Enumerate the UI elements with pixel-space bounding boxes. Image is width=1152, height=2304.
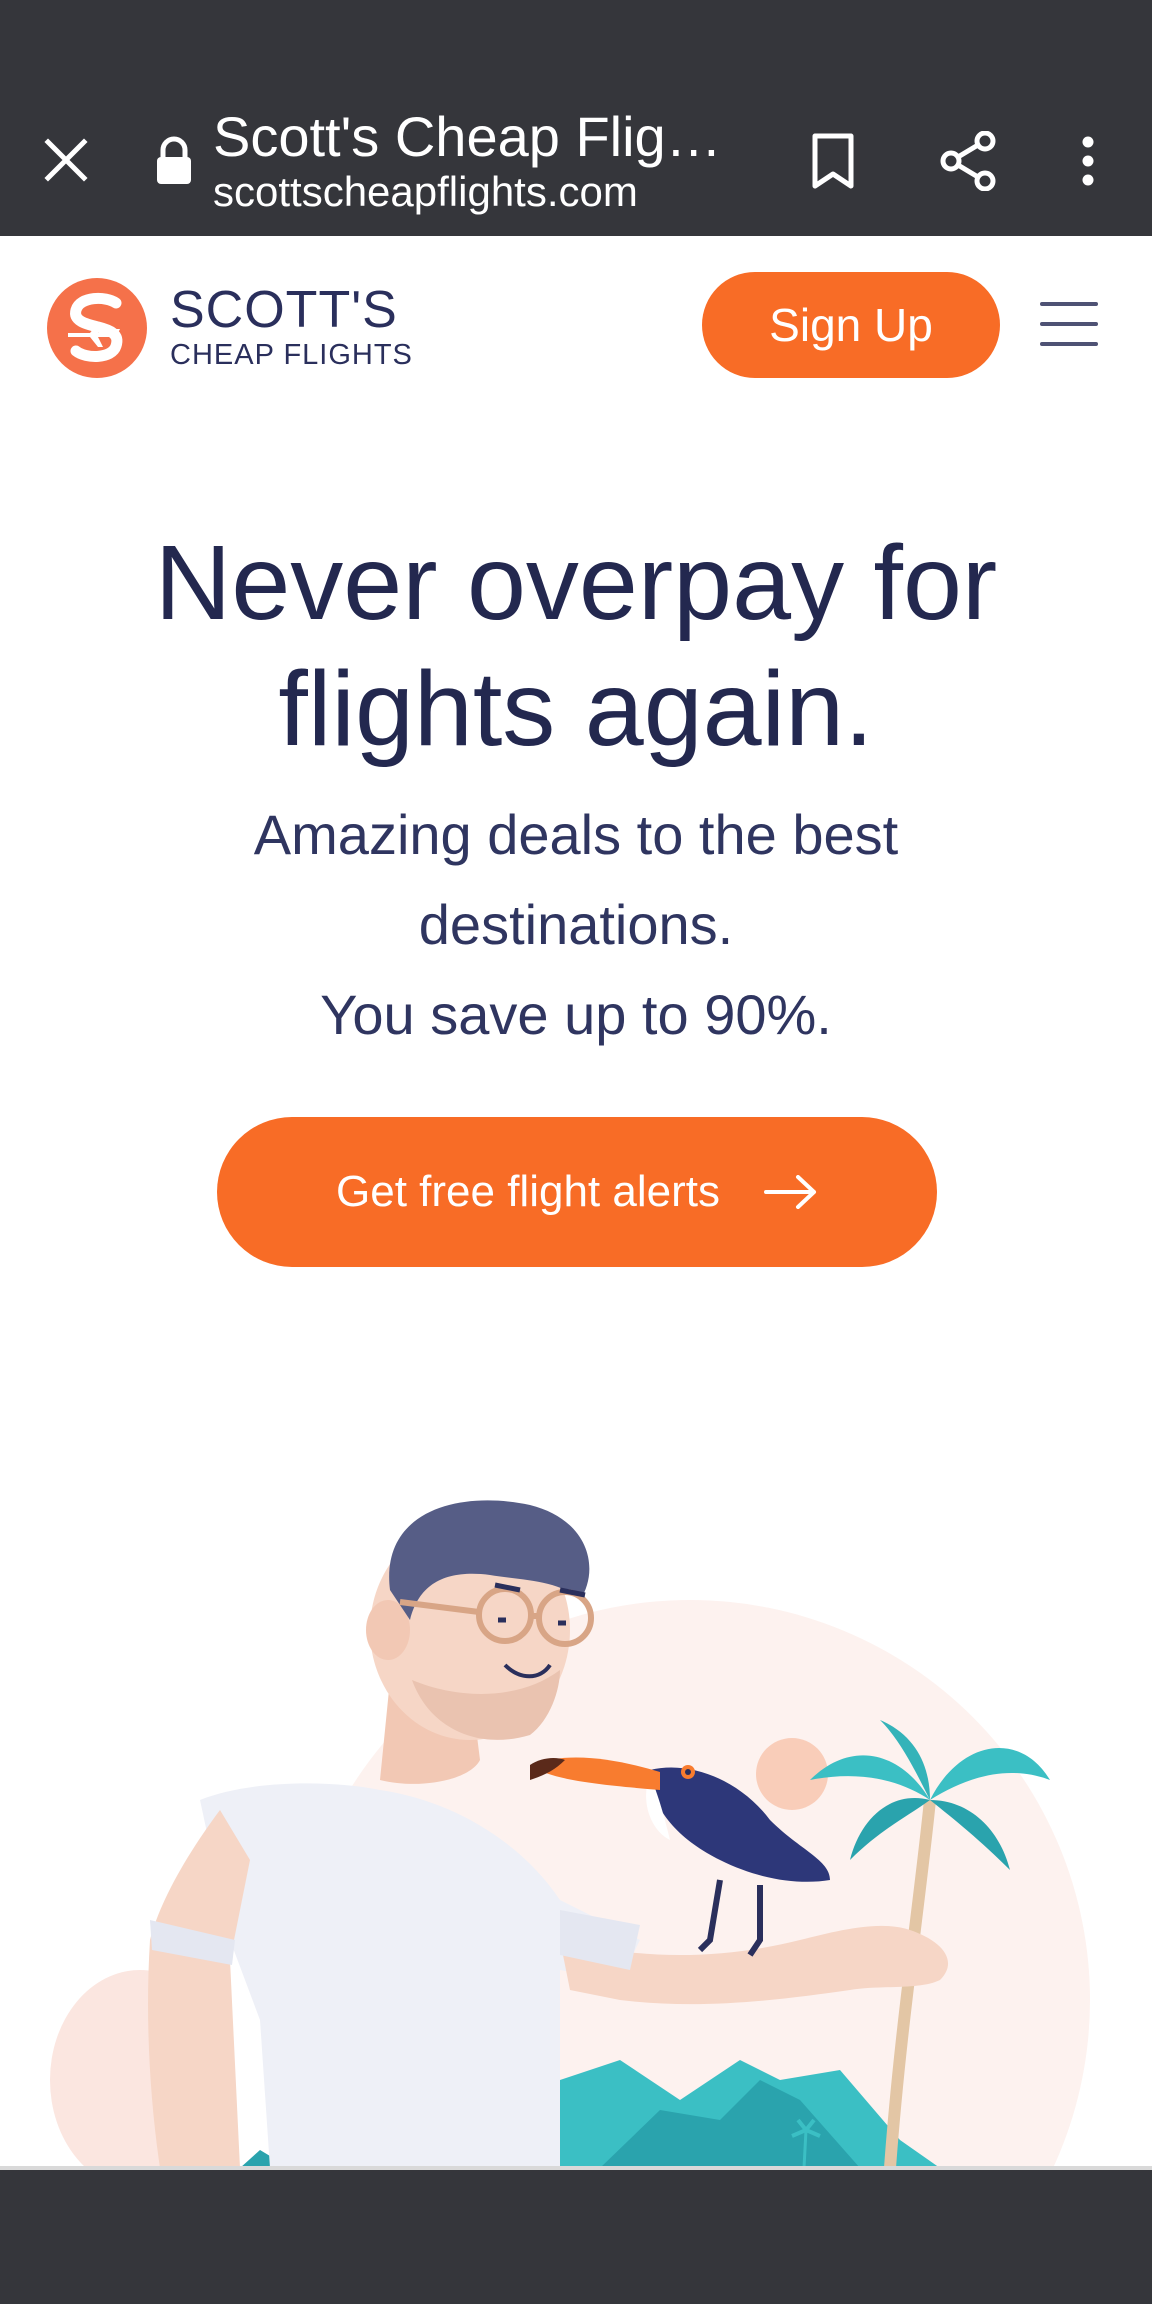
- hero-subheading-line1: Amazing deals to the best: [253, 803, 899, 866]
- share-icon[interactable]: [934, 126, 1004, 196]
- hero-illustration: [0, 1380, 1152, 2168]
- page-title[interactable]: Scott's Cheap Flig…: [213, 104, 722, 169]
- hamburger-icon[interactable]: [1040, 302, 1098, 346]
- hero-subheading: Amazing deals to the best destinations. …: [0, 790, 1152, 1060]
- sign-up-button[interactable]: Sign Up: [702, 272, 1000, 378]
- logo-subtitle: CHEAP FLIGHTS: [170, 339, 413, 371]
- get-flight-alerts-button[interactable]: Get free flight alerts: [217, 1117, 937, 1267]
- arrow-right-icon: [763, 1175, 816, 1209]
- hero-heading: Never overpay for flights again.: [0, 520, 1152, 772]
- close-icon[interactable]: [34, 128, 98, 192]
- hero-heading-line1: Never overpay for: [154, 524, 998, 642]
- cta-label: Get free flight alerts: [336, 1167, 720, 1216]
- browser-toolbar: Scott's Cheap Flig… scottscheapflights.c…: [0, 90, 1152, 236]
- logo-title: SCOTT'S: [170, 281, 398, 339]
- status-bar: [0, 0, 1152, 90]
- navigation-bar: [0, 2170, 1152, 2304]
- url-text[interactable]: scottscheapflights.com: [213, 168, 638, 216]
- site-logo[interactable]: SCOTT'S CHEAP FLIGHTS: [46, 276, 413, 380]
- site-header: SCOTT'S CHEAP FLIGHTS Sign Up: [0, 236, 1152, 416]
- hero-subheading-line3: You save up to 90%.: [320, 983, 832, 1046]
- hero-subheading-line2: destinations.: [418, 893, 734, 956]
- more-vert-icon[interactable]: [1070, 126, 1106, 196]
- lock-icon: [154, 136, 194, 186]
- hero-heading-line2: flights again.: [278, 650, 874, 768]
- logo-plane-icon: [47, 278, 147, 378]
- bookmark-icon[interactable]: [802, 126, 864, 196]
